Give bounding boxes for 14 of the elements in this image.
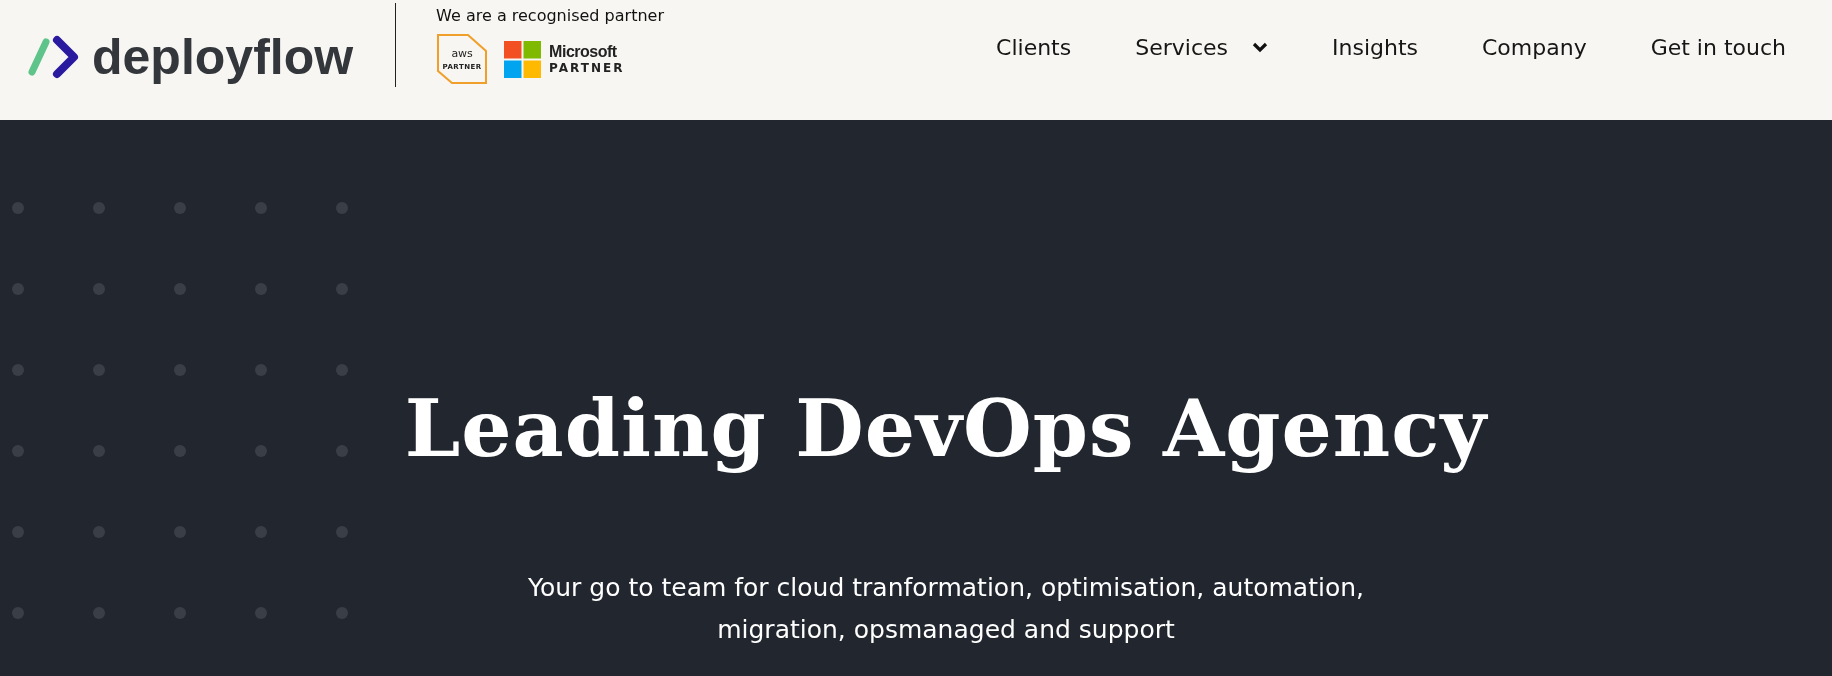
logo-wordmark[interactable]: deployflow	[92, 28, 354, 86]
nav-link[interactable]: Get in touch	[1650, 34, 1786, 60]
partner-caption: We are a recognised partner	[436, 6, 664, 25]
hero-title: Leading DevOps Agency	[404, 382, 1488, 475]
nav-link[interactable]: Insights	[1332, 34, 1418, 60]
chevron-down-icon[interactable]	[1252, 41, 1268, 53]
hero-subtitle: Your go to team for cloud tranformation, optimisation, automation, migration, opsmanaged and support	[527, 572, 1365, 646]
aws-text: aws	[451, 47, 473, 59]
nav-link[interactable]: Company	[1482, 34, 1587, 60]
microsoft-text: Microsoft	[549, 43, 618, 61]
microsoft-partner-label: PARTNER	[549, 61, 625, 75]
nav-link[interactable]: Clients	[996, 34, 1072, 60]
windows-logo-icon	[504, 40, 542, 78]
nav-link[interactable]: Services	[1135, 34, 1228, 60]
